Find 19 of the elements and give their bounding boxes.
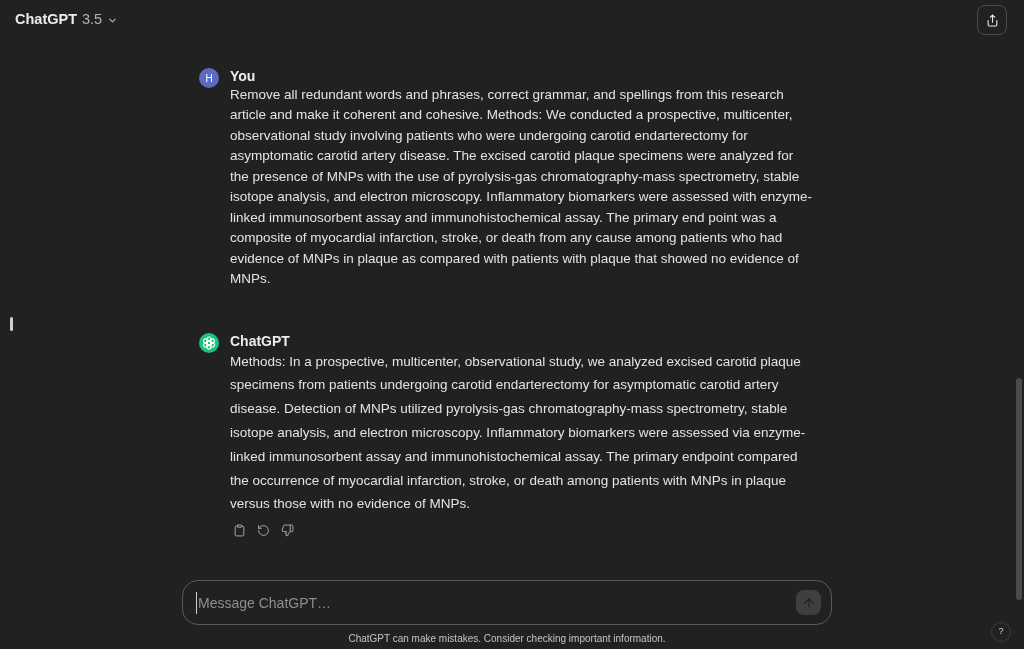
knot-logo-icon [199,332,219,353]
share-icon [985,13,999,27]
thumbs-down-icon [280,523,294,537]
rotate-icon [256,523,270,537]
dislike-button[interactable] [279,522,295,539]
message-input[interactable]: Message ChatGPT… [196,591,796,614]
clipboard-icon [232,523,246,537]
model-selector[interactable]: ChatGPT 3.5 [15,9,119,31]
scrollbar-thumb[interactable] [1016,378,1022,600]
regenerate-button[interactable] [255,522,271,539]
message-text: Methods: In a prospective, multicenter, observational study, we analyzed excised carotid plaque specimens from patients undergoing carotid endarterectomy for asymptomatic carotid artery disease. Detection of MNPs utilized pyrolysis-gas chromatography-mass spectrometry, stable isotope analysis, and electron microscopy. Inflammatory biomarkers were assessed via enzyme- linked immunosorbent assay and immunohistochemical assay. The primary endpoint compared the occurrence of myocardial infarction, stroke, or death among patients with MNPs in plaque versus those with no evidence of MNPs. [230,352,806,514]
user-avatar: H [199,68,219,88]
share-button[interactable] [977,5,1007,35]
message-composer[interactable]: Message ChatGPT… [182,580,832,625]
author-name: You [230,67,256,85]
author-name: ChatGPT [230,331,290,350]
message-text: Remove all redundant words and phrases, correct grammar, and spellings from this research article and make it coherent and cohesive. Methods: We conducted a prospective, multicenter, observational study involving patients who were undergoing carotid endarterectomy for asymptomatic carotid artery disease. The excised carotid plaque specimens were analyzed for the presence of MNPs with the use of pyrolysis-gas chromatography-mass spectrometry, stable isotope analysis, and electron microscopy. Inflammatory biomarkers were assessed with enzyme- linked immunosorbent assay and immunohistochemical assay. The primary end point was a composite of myocardial infarction, stroke, or death from any cause among patients who had evidence of MNPs in plaque as compared with patients with plaque that showed no evidence of MNPs. [230,86,812,289]
disclaimer-text: ChatGPT can make mistakes. Consider checking important information. [348,633,666,645]
sidebar-toggle-handle[interactable] [10,317,13,331]
